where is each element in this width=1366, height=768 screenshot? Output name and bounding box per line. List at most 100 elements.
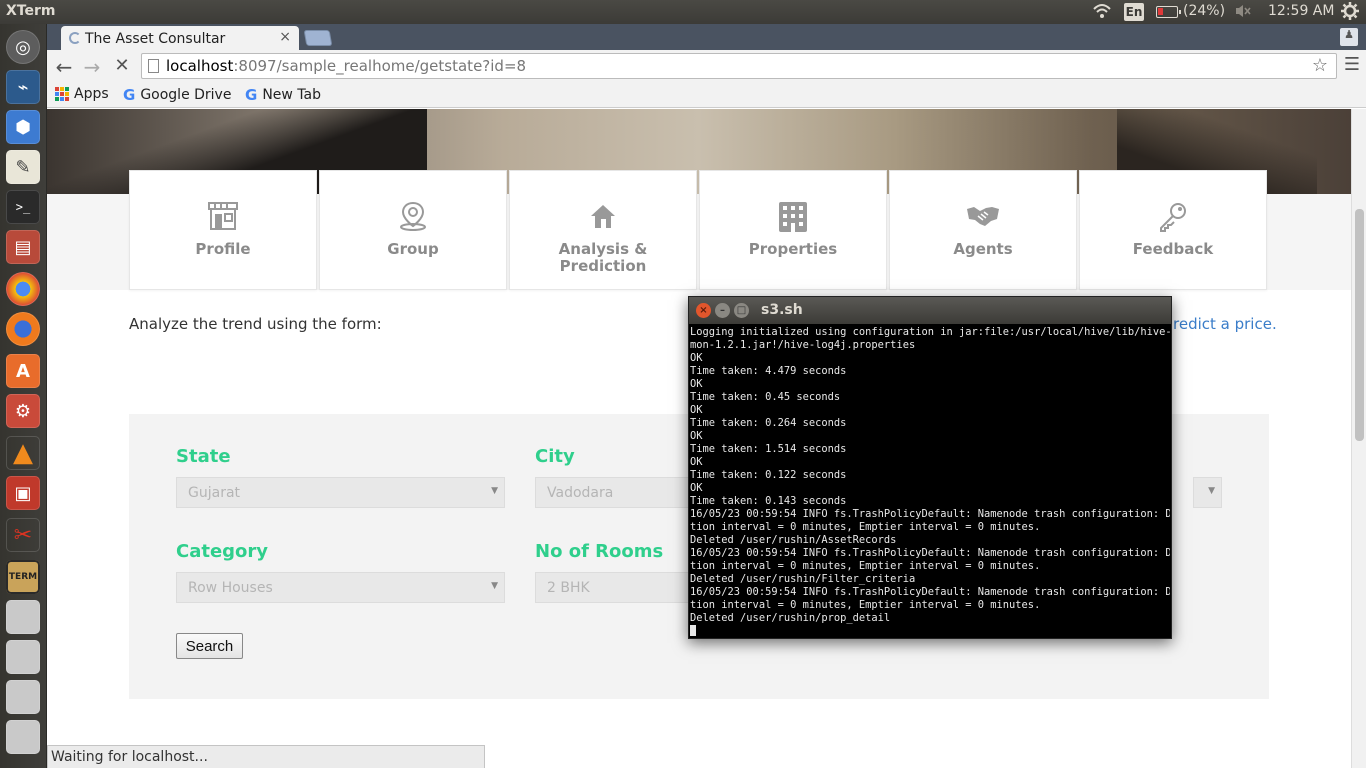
bookmarks-bar: Apps G Google Drive G New Tab xyxy=(47,82,1366,108)
tab-title: The Asset Consultar xyxy=(85,31,226,47)
terminal-line: Time taken: 4.479 seconds xyxy=(690,365,847,377)
key-icon xyxy=(1080,201,1266,233)
gear-icon[interactable] xyxy=(1340,1,1360,25)
terminal-line: tion interval = 0 minutes, Emptier inter… xyxy=(690,599,1041,611)
google-g-icon: G xyxy=(123,86,136,104)
chevron-down-icon: ▼ xyxy=(491,581,498,591)
keyboard-language-indicator[interactable]: En xyxy=(1124,3,1144,21)
category-select-value: Row Houses xyxy=(188,580,273,596)
house-icon xyxy=(510,201,696,233)
scissors-icon[interactable]: ✂ xyxy=(6,518,40,552)
battery-percent[interactable]: (24%) xyxy=(1183,3,1225,19)
camera-box-icon[interactable]: ▣ xyxy=(6,476,40,510)
stop-loading-icon[interactable]: ✕ xyxy=(110,55,134,79)
nav-card-agents[interactable]: Agents xyxy=(889,170,1077,290)
nav-card-profile[interactable]: Profile xyxy=(129,170,317,290)
nav-card-label: Properties xyxy=(748,240,838,258)
tab-active[interactable]: The Asset Consultar × xyxy=(61,26,299,50)
minimize-icon[interactable]: – xyxy=(715,303,730,318)
terminal-line: Time taken: 0.143 seconds xyxy=(690,495,847,507)
city-label: City xyxy=(535,446,575,467)
address-bar[interactable]: localhost:8097/sample_realhome/getstate?… xyxy=(141,53,1337,79)
chevron-down-icon: ▼ xyxy=(491,486,498,496)
scrollbar-thumb[interactable] xyxy=(1355,209,1364,441)
cabinet-icon[interactable]: ▤ xyxy=(6,230,40,264)
city-select-value: Vadodara xyxy=(547,485,614,501)
battery-icon[interactable] xyxy=(1156,6,1181,18)
terminal-line: OK xyxy=(690,352,703,364)
bookmark-apps[interactable]: Apps xyxy=(55,86,109,102)
drive-icon[interactable] xyxy=(6,600,40,634)
ubuntu-logo-icon[interactable]: ◎ xyxy=(6,30,40,64)
back-arrow-icon[interactable]: ← xyxy=(52,55,76,79)
bookmark-star-icon[interactable]: ☆ xyxy=(1312,55,1328,76)
nav-card-label: Agents xyxy=(953,240,1013,258)
drive-icon[interactable] xyxy=(6,720,40,754)
tab-close-icon[interactable]: × xyxy=(279,29,291,45)
terminal-line: tion interval = 0 minutes, Emptier inter… xyxy=(690,521,1041,533)
page-scrollbar[interactable] xyxy=(1351,109,1366,768)
storefront-icon xyxy=(130,201,316,233)
cone-icon[interactable]: ▲ xyxy=(6,436,40,470)
xterm-icon[interactable]: TERM xyxy=(6,560,40,594)
dolphin-icon[interactable]: ⌁ xyxy=(6,70,40,104)
drive-icon[interactable] xyxy=(6,640,40,674)
tab-strip: The Asset Consultar × ♟ xyxy=(47,24,1366,50)
firefox-icon[interactable] xyxy=(6,312,40,346)
third-select[interactable]: ▼ xyxy=(1193,477,1222,508)
nav-card-label: Feedback xyxy=(1132,240,1214,258)
status-bubble: Waiting for localhost... xyxy=(47,745,485,768)
category-select[interactable]: Row Houses ▼ xyxy=(176,572,505,603)
nav-card-properties[interactable]: Properties xyxy=(699,170,887,290)
terminal-cursor xyxy=(690,625,696,636)
map-pin-icon xyxy=(320,201,506,233)
xterm-titlebar[interactable]: × – □ s3.sh xyxy=(689,297,1171,324)
bookmark-label: Apps xyxy=(74,86,109,102)
new-tab-button[interactable] xyxy=(303,30,333,46)
wifi-icon[interactable] xyxy=(1092,2,1112,24)
xterm-window[interactable]: × – □ s3.sh Logging initialized using co… xyxy=(688,296,1172,639)
profile-icon[interactable]: ♟ xyxy=(1340,28,1358,46)
search-button[interactable]: Search xyxy=(176,633,243,659)
wrench-gear-icon[interactable]: ⚙ xyxy=(6,394,40,428)
bookmark-label: Google Drive xyxy=(140,87,232,103)
forward-arrow-icon[interactable]: → xyxy=(80,55,104,79)
state-label: State xyxy=(176,446,231,467)
bag-a-icon[interactable]: A xyxy=(6,354,40,388)
apps-grid-icon xyxy=(55,87,69,101)
terminal-icon[interactable]: >_ xyxy=(6,190,40,224)
chrome-icon[interactable] xyxy=(6,272,40,306)
terminal-line: tion interval = 0 minutes, Emptier inter… xyxy=(690,560,1041,572)
terminal-line: Time taken: 1.514 seconds xyxy=(690,443,847,455)
active-app-name: XTerm xyxy=(6,3,56,19)
intro-text: Analyze the trend using the form: xyxy=(129,315,382,333)
terminal-line: Time taken: 0.122 seconds xyxy=(690,469,847,481)
maximize-icon[interactable]: □ xyxy=(734,303,749,318)
menu-hamburger-icon[interactable]: ☰ xyxy=(1344,54,1360,75)
volume-muted-icon[interactable] xyxy=(1234,2,1252,24)
category-label: Category xyxy=(176,541,269,562)
cube-icon[interactable]: ⬢ xyxy=(6,110,40,144)
drive-icon[interactable] xyxy=(6,680,40,714)
terminal-line: 16/05/23 00:59:54 INFO fs.TrashPolicyDef… xyxy=(690,586,1170,598)
browser-toolbar: ← → ✕ localhost:8097/sample_realhome/get… xyxy=(47,50,1366,82)
terminal-line: Deleted /user/rushin/Filter_criteria xyxy=(690,573,916,585)
terminal-line: 16/05/23 00:59:54 INFO fs.TrashPolicyDef… xyxy=(690,547,1170,559)
close-icon[interactable]: × xyxy=(696,303,711,318)
url-host: localhost xyxy=(166,57,234,75)
predict-price-link[interactable]: redict a price. xyxy=(1173,315,1277,333)
terminal-line: Deleted /user/rushin/prop_detail xyxy=(690,612,891,624)
launcher: ◎ ⌁ ⬢ ✎ >_ ▤ A ⚙ ▲ ▣ ✂ TERM xyxy=(0,24,47,768)
terminal-output[interactable]: Logging initialized using configuration … xyxy=(690,326,1170,638)
bookmark-google-drive[interactable]: G Google Drive xyxy=(123,86,231,104)
clock[interactable]: 12:59 AM xyxy=(1268,3,1334,19)
terminal-line: 16/05/23 00:59:54 INFO fs.TrashPolicyDef… xyxy=(690,508,1170,520)
nav-card-feedback[interactable]: Feedback xyxy=(1079,170,1267,290)
pencil-icon[interactable]: ✎ xyxy=(6,150,40,184)
nav-card-group[interactable]: Group xyxy=(319,170,507,290)
state-select[interactable]: Gujarat ▼ xyxy=(176,477,505,508)
top-panel: XTerm En (24%) 12:59 AM xyxy=(0,0,1366,24)
bookmark-new-tab[interactable]: G New Tab xyxy=(245,86,321,104)
url-path: :8097/sample_realhome/getstate?id=8 xyxy=(233,57,527,75)
nav-card-analysis-prediction[interactable]: Analysis & Prediction xyxy=(509,170,697,290)
